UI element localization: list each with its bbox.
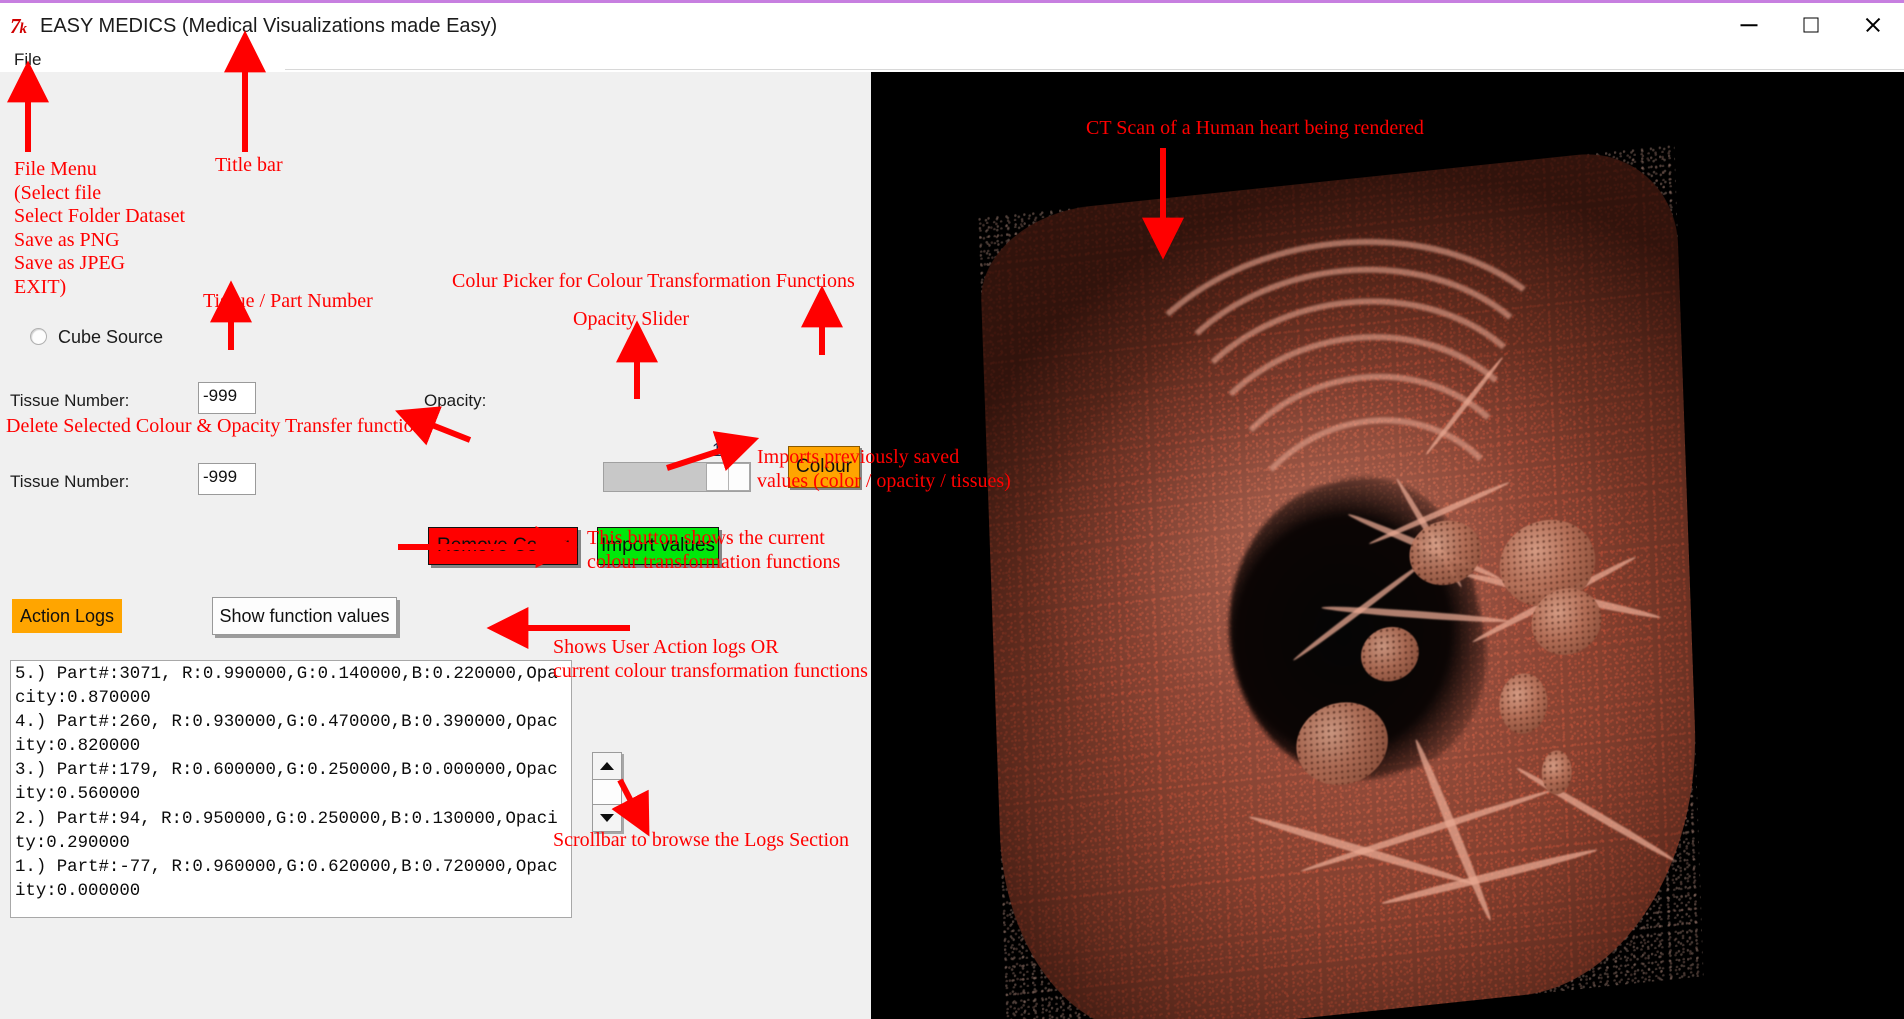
- title-bar: 7k EASY MEDICS (Medical Visualizations m…: [0, 0, 1904, 47]
- close-icon: [1864, 16, 1882, 34]
- triangle-down-icon: [600, 814, 614, 822]
- menu-bar: File: [0, 47, 1904, 72]
- tk-logo-icon: 7k: [10, 14, 27, 38]
- remove-colour-button[interactable]: Remove Colour: [428, 527, 578, 565]
- scrollbar-track[interactable]: [592, 780, 622, 804]
- logs-scrollbar[interactable]: [592, 752, 622, 832]
- opacity-label: Opacity:: [424, 391, 487, 410]
- scrollbar-up-button[interactable]: [592, 752, 622, 780]
- scrollbar-down-button[interactable]: [592, 804, 622, 832]
- colour-picker-button[interactable]: Colour: [788, 446, 860, 488]
- volume-render-viewport[interactable]: [871, 72, 1904, 1019]
- application-window: 7k EASY MEDICS (Medical Visualizations m…: [0, 0, 1904, 1019]
- control-panel: Cube Source Tissue Number: -999 Opacity:…: [0, 72, 871, 1019]
- tissue-number-label-2: Tissue Number:: [10, 472, 130, 491]
- menu-item-file[interactable]: File: [10, 47, 45, 72]
- triangle-up-icon: [600, 762, 614, 770]
- maximize-icon: [1803, 17, 1819, 33]
- tissue-number-input-2[interactable]: -999: [198, 463, 256, 495]
- window-title: EASY MEDICS (Medical Visualizations made…: [40, 15, 498, 37]
- opacity-value: 100: [712, 440, 743, 460]
- show-function-values-button[interactable]: Show function values: [212, 597, 397, 635]
- cube-source-label: Cube Source: [58, 327, 164, 347]
- action-logs-badge: Action Logs: [12, 599, 122, 633]
- tissue-number-input-1[interactable]: -999: [198, 382, 256, 414]
- maximize-button[interactable]: [1780, 3, 1842, 47]
- menu-divider: [285, 69, 1904, 70]
- radio-circle-icon: [30, 328, 47, 345]
- ct-tissue-body: [978, 144, 1704, 1019]
- minimize-icon: [1740, 24, 1758, 26]
- opacity-slider-handle[interactable]: [706, 463, 750, 491]
- ct-volume-render: [871, 72, 1904, 1019]
- close-button[interactable]: [1842, 3, 1904, 47]
- tissue-number-label-1: Tissue Number:: [10, 391, 130, 410]
- opacity-slider[interactable]: [603, 462, 751, 492]
- minimize-button[interactable]: [1718, 3, 1780, 47]
- import-values-button[interactable]: Import values: [597, 527, 719, 565]
- logs-textarea[interactable]: 5.) Part#:3071, R:0.990000,G:0.140000,B:…: [10, 660, 572, 918]
